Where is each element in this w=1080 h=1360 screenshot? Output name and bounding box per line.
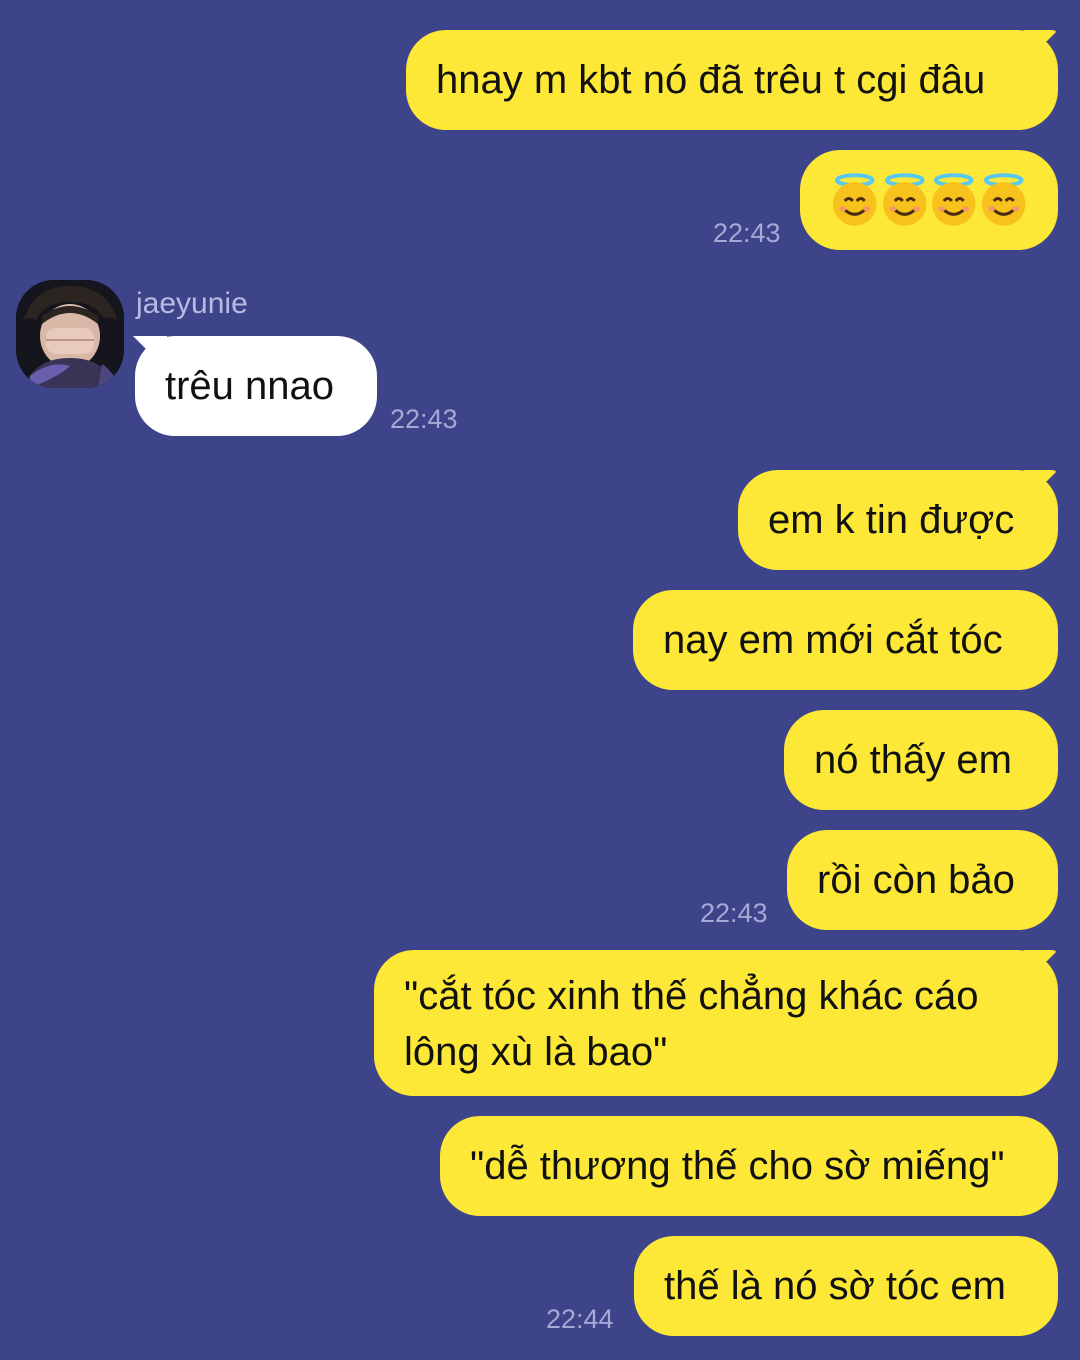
emoji-row <box>830 172 1028 228</box>
message-bubble-outgoing[interactable]: thế là nó sờ tóc em <box>634 1236 1058 1336</box>
smiling-face-with-halo-icon <box>832 173 877 226</box>
message-bubble-outgoing[interactable]: hnay m kbt nó đã trêu t cgi đâu <box>406 30 1058 130</box>
message-bubble-outgoing[interactable]: "dễ thương thế cho sờ miếng" <box>440 1116 1058 1216</box>
message-timestamp: 22:43 <box>713 218 781 248</box>
smiling-face-with-halo-icon <box>882 173 927 226</box>
message-timestamp: 22:44 <box>546 1304 614 1334</box>
message-bubble-outgoing[interactable]: em k tin được <box>738 470 1058 570</box>
message-bubble-incoming[interactable]: trêu nnao <box>135 336 377 436</box>
message-text: "dễ thương thế cho sờ miếng" <box>470 1144 1005 1188</box>
message-text: nó thấy em <box>814 738 1012 782</box>
profile-photo-icon <box>16 280 124 388</box>
message-text-line: "cắt tóc xinh thế chẳng khác cáo <box>404 974 979 1018</box>
message-text: nay em mới cắt tóc <box>663 618 1003 662</box>
message-bubble-outgoing[interactable]: rồi còn bảo <box>787 830 1058 930</box>
smiling-face-with-halo-icon <box>931 173 976 226</box>
message-bubble-outgoing[interactable]: nó thấy em <box>784 710 1058 810</box>
smiling-face-with-halo-icon <box>981 173 1026 226</box>
message-text-line: lông xù là bao" <box>404 1030 668 1074</box>
chat-message-list[interactable]: hnay m kbt nó đã trêu t cgi đâu 22:43 ja… <box>0 0 1080 1360</box>
message-text: trêu nnao <box>165 364 335 408</box>
sender-name: jaeyunie <box>136 287 248 320</box>
message-bubble-outgoing[interactable]: nay em mới cắt tóc <box>633 590 1058 690</box>
message-timestamp: 22:43 <box>700 898 768 928</box>
message-text: thế là nó sờ tóc em <box>664 1264 1006 1308</box>
message-bubble-outgoing[interactable]: "cắt tóc xinh thế chẳng khác cáo lông xù… <box>374 950 1058 1096</box>
message-text: hnay m kbt nó đã trêu t cgi đâu <box>436 58 986 102</box>
message-text: em k tin được <box>768 498 1015 542</box>
avatar[interactable] <box>16 280 124 388</box>
message-timestamp: 22:43 <box>390 404 458 434</box>
message-text: rồi còn bảo <box>817 858 1015 902</box>
message-bubble-outgoing[interactable] <box>800 150 1058 250</box>
